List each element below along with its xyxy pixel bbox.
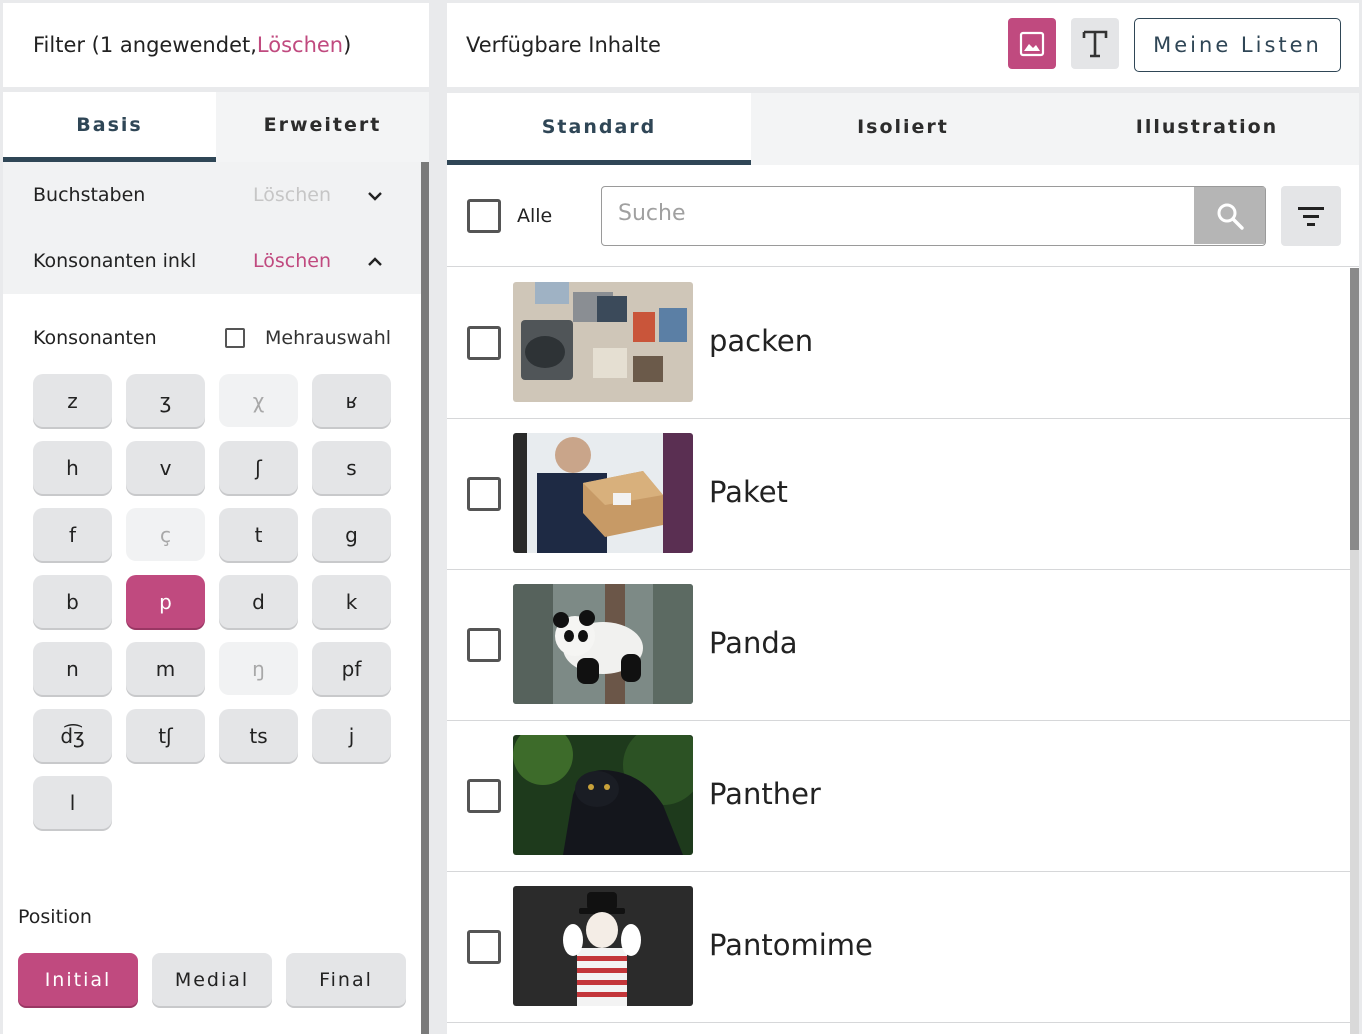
- position-options: Initial Medial Final: [18, 953, 406, 1006]
- image-icon: [1019, 31, 1045, 56]
- tab-isoliert[interactable]: Isoliert: [751, 93, 1055, 165]
- list-item[interactable]: Pantomime: [447, 872, 1350, 1023]
- consonant-button[interactable]: ʒ: [126, 374, 205, 427]
- consonant-button[interactable]: f: [33, 508, 112, 561]
- item-word: packen: [709, 324, 814, 358]
- filter-header: Filter (1 angewendet, Löschen): [3, 3, 429, 87]
- list-toolbar: Alle Suche: [447, 165, 1359, 267]
- consonant-button[interactable]: ts: [219, 709, 298, 762]
- accordion-konsonanten[interactable]: Konsonanten inkl Löschen: [3, 228, 421, 294]
- panther-photo: [513, 735, 693, 855]
- packing-photo: [513, 282, 693, 402]
- search-button[interactable]: [1194, 187, 1265, 244]
- item-checkbox[interactable]: [467, 779, 501, 813]
- content-title: Verfügbare Inhalte: [466, 33, 661, 57]
- content-panel: Verfügbare Inhalte Meine Listen Standard…: [447, 3, 1359, 1034]
- list-item[interactable]: Panther: [447, 721, 1350, 872]
- tab-erweitert[interactable]: Erweitert: [216, 92, 429, 162]
- consonant-button[interactable]: d: [219, 575, 298, 628]
- consonant-button: χ: [219, 374, 298, 427]
- item-checkbox[interactable]: [467, 326, 501, 360]
- consonants-label: Konsonanten: [33, 327, 157, 349]
- content-header: Verfügbare Inhalte Meine Listen: [447, 3, 1359, 87]
- consonant-button[interactable]: n: [33, 642, 112, 695]
- item-word: Panther: [709, 777, 821, 811]
- sort-filter-button[interactable]: [1281, 186, 1341, 246]
- position-label: Position: [18, 906, 92, 928]
- accordion-clear-button[interactable]: Löschen: [253, 250, 331, 272]
- search-box: Suche: [601, 186, 1266, 246]
- search-icon: [1217, 203, 1244, 230]
- my-lists-button[interactable]: Meine Listen: [1134, 18, 1341, 72]
- text-icon: [1082, 30, 1108, 57]
- consonant-button[interactable]: l: [33, 776, 112, 829]
- filter-title-suffix: ): [343, 33, 352, 57]
- filter-lines-icon: [1298, 207, 1324, 226]
- chevron-down-icon[interactable]: [365, 186, 385, 206]
- content-list: packen Paket Panda Panther Pantomime: [447, 268, 1350, 1023]
- consonant-button[interactable]: v: [126, 441, 205, 494]
- multiselect-checkbox[interactable]: [225, 328, 245, 348]
- accordion-buchstaben[interactable]: Buchstaben Löschen: [3, 162, 421, 228]
- accordion-label: Buchstaben: [33, 184, 146, 206]
- list-item[interactable]: packen: [447, 268, 1350, 419]
- consonant-button: ŋ: [219, 642, 298, 695]
- panda-photo: [513, 584, 693, 704]
- consonants-header: Konsonanten Mehrauswahl: [33, 327, 403, 349]
- select-all-checkbox[interactable]: [467, 199, 501, 233]
- filter-scrollbar[interactable]: [421, 162, 429, 1034]
- accordion-label: Konsonanten inkl: [33, 250, 197, 272]
- tab-basis[interactable]: Basis: [3, 92, 216, 162]
- consonant-button[interactable]: ʃ: [219, 441, 298, 494]
- scrollbar-thumb[interactable]: [1350, 268, 1359, 550]
- consonant-button[interactable]: ʁ: [312, 374, 391, 427]
- consonant-button-selected[interactable]: p: [126, 575, 205, 628]
- consonant-button[interactable]: b: [33, 575, 112, 628]
- consonant-button[interactable]: t: [219, 508, 298, 561]
- mime-photo: [513, 886, 693, 1006]
- multiselect-label: Mehrauswahl: [265, 327, 392, 349]
- consonant-button: ç: [126, 508, 205, 561]
- accordion-clear-button[interactable]: Löschen: [253, 184, 331, 206]
- item-checkbox[interactable]: [467, 628, 501, 662]
- filter-body: Buchstaben Löschen Konsonanten inkl Lösc…: [3, 162, 421, 1034]
- item-checkbox[interactable]: [467, 477, 501, 511]
- parcel-photo: [513, 433, 693, 553]
- content-body: Alle Suche packen Paket Panda Panther Pa…: [447, 165, 1359, 1034]
- tab-illustration[interactable]: Illustration: [1055, 93, 1359, 165]
- consonant-button[interactable]: g: [312, 508, 391, 561]
- text-view-button[interactable]: [1071, 18, 1119, 69]
- item-checkbox[interactable]: [467, 930, 501, 964]
- consonant-button[interactable]: k: [312, 575, 391, 628]
- list-item[interactable]: Paket: [447, 419, 1350, 570]
- consonant-button[interactable]: h: [33, 441, 112, 494]
- filter-title: Filter (1 angewendet,: [33, 33, 257, 57]
- position-medial-button[interactable]: Medial: [152, 953, 272, 1006]
- chevron-up-icon[interactable]: [365, 252, 385, 272]
- content-tabs: Standard Isoliert Illustration: [447, 93, 1359, 165]
- item-word: Paket: [709, 475, 788, 509]
- consonant-button[interactable]: tʃ: [126, 709, 205, 762]
- filter-panel: Filter (1 angewendet, Löschen) Basis Erw…: [3, 3, 429, 1034]
- item-word: Pantomime: [709, 928, 873, 962]
- content-scrollbar[interactable]: [1350, 268, 1359, 1034]
- position-initial-button[interactable]: Initial: [18, 953, 138, 1006]
- consonant-button[interactable]: d͡ʒ: [33, 709, 112, 762]
- tab-standard[interactable]: Standard: [447, 93, 751, 165]
- image-view-button[interactable]: [1008, 18, 1056, 69]
- filter-clear-link[interactable]: Löschen: [257, 33, 343, 57]
- consonant-button[interactable]: z: [33, 374, 112, 427]
- consonant-button[interactable]: j: [312, 709, 391, 762]
- consonant-button[interactable]: pf: [312, 642, 391, 695]
- position-final-button[interactable]: Final: [286, 953, 406, 1006]
- consonant-button[interactable]: s: [312, 441, 391, 494]
- item-word: Panda: [709, 626, 798, 660]
- select-all-label: Alle: [517, 205, 553, 227]
- search-input[interactable]: Suche: [618, 201, 685, 226]
- consonant-grid: z ʒ χ ʁ h v ʃ s f ç t g b p d k n m ŋ pf…: [33, 374, 393, 829]
- consonant-button[interactable]: m: [126, 642, 205, 695]
- list-item[interactable]: Panda: [447, 570, 1350, 721]
- filter-tabs: Basis Erweitert: [3, 92, 429, 162]
